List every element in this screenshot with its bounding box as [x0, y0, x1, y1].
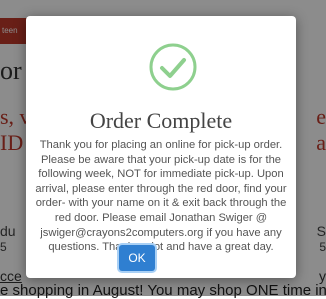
order-complete-dialog: Order Complete Thank you for placing an …	[26, 16, 296, 278]
checkmark-circle-icon	[149, 43, 197, 91]
ok-button[interactable]: OK	[119, 245, 155, 271]
dialog-title: Order Complete	[89, 108, 233, 133]
dialog-message: Thank you for placing an online for pick…	[35, 139, 287, 254]
